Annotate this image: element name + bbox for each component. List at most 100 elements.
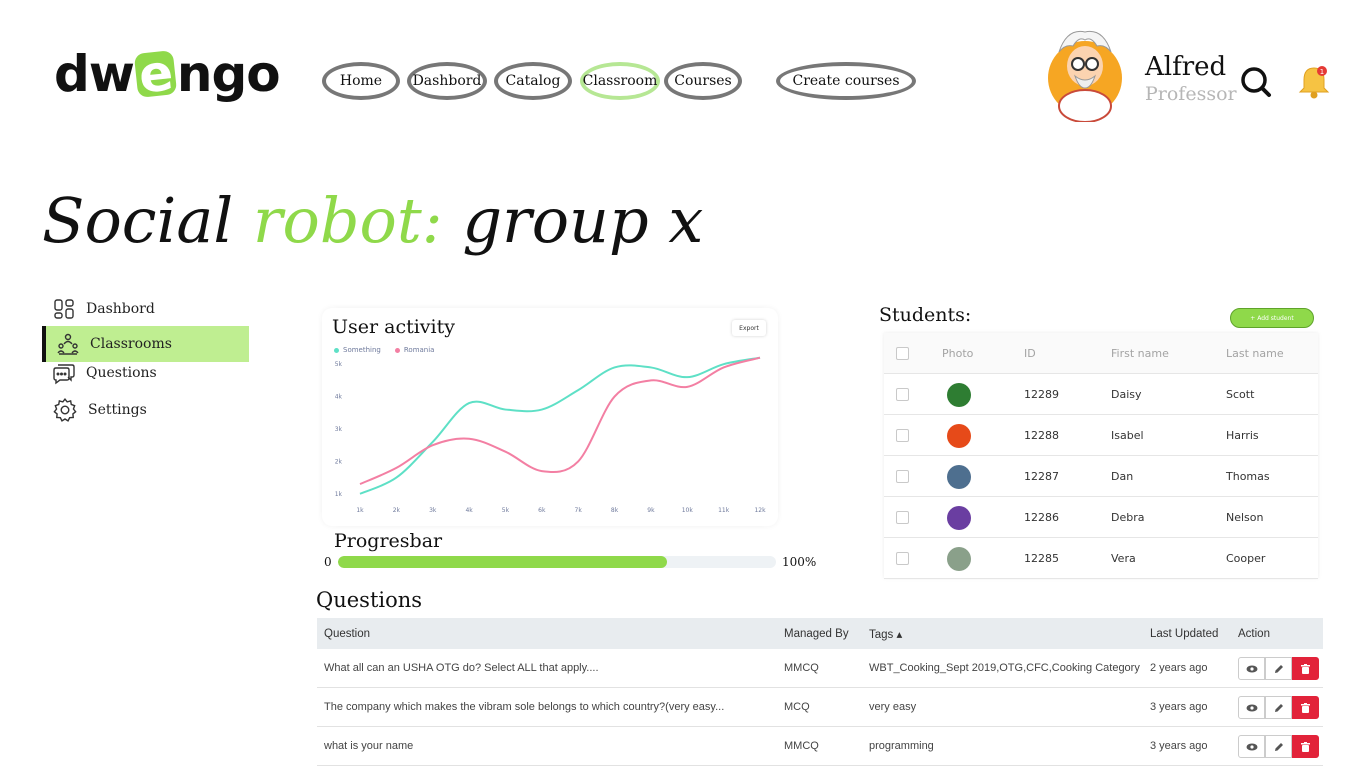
view-button[interactable]	[1238, 657, 1265, 680]
question-text[interactable]: what is your name	[324, 727, 413, 765]
table-row: What all can an USHA OTG do? Select ALL …	[317, 649, 1323, 688]
table-row[interactable]: 12285 Vera Cooper	[884, 538, 1318, 579]
delete-button[interactable]	[1292, 657, 1319, 680]
bell-icon[interactable]: 1	[1294, 62, 1334, 102]
export-button[interactable]: Export	[732, 320, 766, 336]
column-header: Action	[1238, 627, 1270, 640]
student-id: 12288	[1024, 429, 1059, 442]
question-tags: WBT_Cooking_Sept 2019,OTG,CFC,Cooking Ca…	[869, 662, 1140, 674]
students-title: Students:	[879, 304, 972, 326]
trash-icon	[1301, 663, 1310, 674]
row-checkbox[interactable]	[896, 429, 909, 442]
column-header: Last Updated	[1150, 627, 1219, 640]
page-title-accent: robot:	[252, 184, 443, 257]
logo-accent: e	[133, 43, 178, 105]
x-tick-label: 7k	[575, 507, 583, 514]
student-photo	[947, 464, 971, 489]
nav-courses[interactable]: Courses	[664, 62, 742, 100]
question-updated: 3 years ago	[1150, 701, 1208, 713]
legend-item: Romania	[394, 346, 434, 354]
classroom-icon	[57, 333, 79, 355]
progress-fill	[338, 556, 667, 568]
question-managed-by: MMCQ	[784, 740, 819, 752]
student-last: Scott	[1226, 388, 1255, 401]
column-header: First name	[1111, 347, 1169, 360]
series-line-something	[359, 356, 761, 495]
gear-icon	[53, 398, 77, 422]
table-row[interactable]: 12286 Debra Nelson	[884, 497, 1318, 538]
y-tick-label: 1k	[335, 491, 343, 498]
x-tick-label: 8k	[611, 507, 619, 514]
question-text[interactable]: The company which makes the vibram sole …	[324, 688, 724, 726]
column-header: Managed By	[784, 627, 849, 640]
y-tick-label: 4k	[335, 394, 343, 401]
student-last: Thomas	[1226, 470, 1270, 483]
table-row: what is your name MMCQ programming 3 years …	[317, 727, 1323, 766]
row-checkbox[interactable]	[896, 552, 909, 565]
column-header: ID	[1024, 347, 1036, 360]
progress-min: 0	[324, 555, 332, 569]
delete-button[interactable]	[1292, 735, 1319, 758]
student-id: 12286	[1024, 511, 1059, 524]
progress-label: Progresbar	[334, 530, 443, 552]
pencil-icon	[1274, 703, 1283, 712]
select-all-checkbox[interactable]	[896, 347, 909, 360]
student-last: Harris	[1226, 429, 1259, 442]
edit-button[interactable]	[1265, 735, 1292, 758]
question-tags: programming	[869, 740, 934, 752]
dashboard-icon	[54, 299, 74, 319]
row-checkbox[interactable]	[896, 511, 909, 524]
delete-button[interactable]	[1292, 696, 1319, 719]
row-checkbox[interactable]	[896, 388, 909, 401]
nav-catalog[interactable]: Catalog	[494, 62, 572, 100]
sidebar-item-questions[interactable]: Questions	[42, 355, 249, 391]
avatar[interactable]	[1045, 22, 1125, 122]
legend-item: Something	[334, 346, 381, 354]
series-line-romania	[359, 356, 761, 485]
nav-home[interactable]: Home	[322, 62, 400, 100]
add-student-button[interactable]: + Add student	[1230, 308, 1314, 328]
user-name[interactable]: Alfred	[1145, 52, 1226, 82]
x-tick-label: 4k	[465, 507, 473, 514]
row-checkbox[interactable]	[896, 470, 909, 483]
edit-button[interactable]	[1265, 696, 1292, 719]
page-title: Social robot: group x	[42, 184, 704, 257]
nav-dashbord[interactable]: Dashbord	[407, 62, 487, 100]
table-row[interactable]: 12287 Dan Thomas	[884, 456, 1318, 497]
x-tick-label: 10k	[682, 507, 694, 514]
x-tick-label: 9k	[647, 507, 655, 514]
table-row: The company which makes the vibram sole …	[317, 688, 1323, 727]
action-group	[1238, 735, 1319, 758]
user-role: Professor	[1145, 83, 1237, 105]
edit-button[interactable]	[1265, 657, 1292, 680]
sidebar-item-label: Settings	[88, 402, 147, 418]
x-tick-label: 5k	[502, 507, 510, 514]
chart-legend: Something Romania	[334, 346, 434, 354]
table-row[interactable]: 12288 Isabel Harris	[884, 415, 1318, 456]
y-tick-label: 5k	[335, 361, 343, 368]
student-first: Isabel	[1111, 429, 1144, 442]
sidebar-item-dashbord[interactable]: Dashbord	[42, 291, 249, 327]
student-photo	[947, 382, 971, 407]
question-tags: very easy	[869, 701, 917, 713]
search-icon[interactable]	[1238, 64, 1274, 100]
progress-max: 100%	[782, 555, 817, 569]
student-photo	[947, 505, 971, 530]
sidebar-item-settings[interactable]: Settings	[42, 392, 249, 428]
questions-title: Questions	[316, 588, 423, 612]
nav-create-courses[interactable]: Create courses	[776, 62, 916, 100]
view-button[interactable]	[1238, 696, 1265, 719]
sort-tags-header[interactable]: Tags ▴	[869, 618, 902, 649]
chart-plot: 1k 2k 3k 4k 5k 1k 2k 3k 4k 5k 6k 7k 8k 9k 10k 11k 12k	[335, 356, 766, 514]
column-header: Photo	[942, 347, 974, 360]
table-row[interactable]: 12289 Daisy Scott	[884, 374, 1318, 415]
student-photo	[947, 546, 971, 571]
x-tick-label: 1k	[356, 507, 364, 514]
nav-classroom[interactable]: Classroom	[580, 62, 660, 100]
trash-icon	[1301, 741, 1310, 752]
question-text[interactable]: What all can an USHA OTG do? Select ALL …	[324, 649, 599, 687]
logo[interactable]: dwengo	[54, 43, 281, 105]
pencil-icon	[1274, 664, 1283, 673]
view-button[interactable]	[1238, 735, 1265, 758]
legend-dot	[394, 347, 400, 353]
